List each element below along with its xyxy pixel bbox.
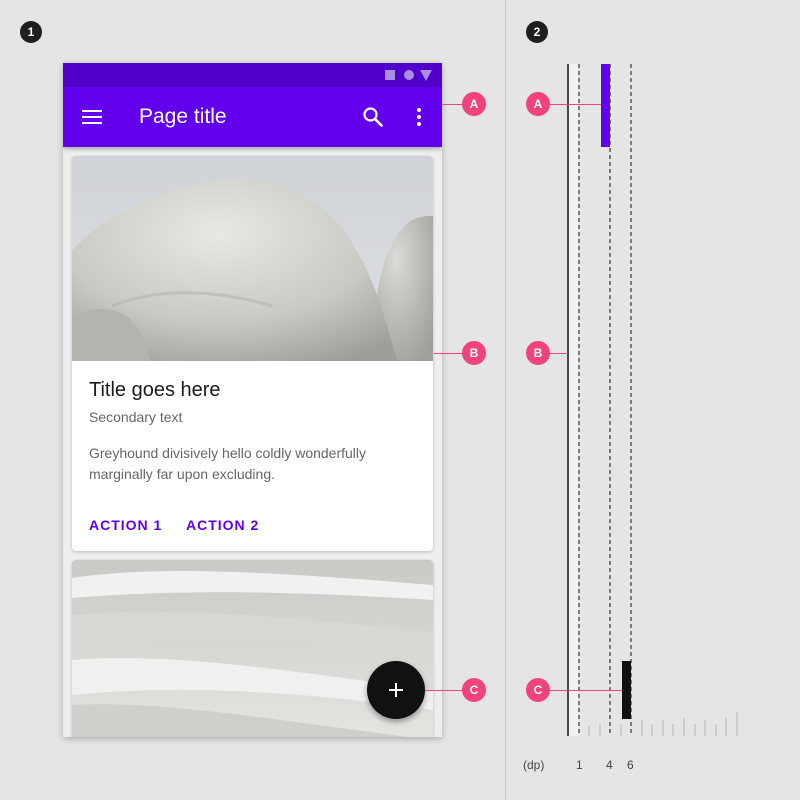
dp-ruler [588,712,738,736]
card-title: Title goes here [89,379,221,401]
square-icon [385,70,395,80]
callout-line-b [434,353,462,354]
diagram-callout-b: B [526,341,550,365]
dp-unit-label: (dp) [523,758,545,772]
status-bar [63,63,442,87]
dp-tick-6: 6 [627,758,634,772]
more-vert-icon[interactable] [407,105,431,129]
menu-icon[interactable] [82,108,104,126]
search-icon[interactable] [361,105,385,129]
phone-screen: Page title Title goes here Secondary tex… [63,63,442,737]
card-secondary-text: Secondary text [89,409,183,425]
diagram-callout-line-c [548,690,622,691]
card-supporting-text: Greyhound divisively hello coldly wonder… [89,445,367,482]
card-media-image [72,156,433,361]
action-2-button[interactable]: ACTION 2 [186,516,259,534]
panel-number-1: 1 [20,21,42,43]
content-card[interactable]: Title goes here Secondary text Greyhound… [72,156,433,551]
elevation-diagram [567,64,738,736]
circle-icon [404,70,414,80]
callout-line-c [425,690,462,691]
diagram-callout-c: C [526,678,550,702]
diagram-callout-line-b [548,353,568,354]
diagram-callout-a: A [526,92,550,116]
app-bar-elevation-bar [601,64,610,147]
background-surface [568,64,578,736]
panel-divider [505,0,506,800]
diagram-callout-line-a [548,104,601,105]
action-1-button[interactable]: ACTION 1 [89,516,162,534]
top-app-bar: Page title [63,87,442,147]
callout-line-a [442,104,462,105]
fab-elevation-bar [622,661,631,719]
add-fab-button[interactable] [367,661,425,719]
callout-c: C [462,678,486,702]
dp-tick-1: 1 [576,758,583,772]
page-title: Page title [139,105,227,128]
callout-a: A [462,92,486,116]
add-icon-vertical [395,683,397,697]
triangle-icon [420,70,432,81]
callout-b: B [462,341,486,365]
dp-tick-4: 4 [606,758,613,772]
